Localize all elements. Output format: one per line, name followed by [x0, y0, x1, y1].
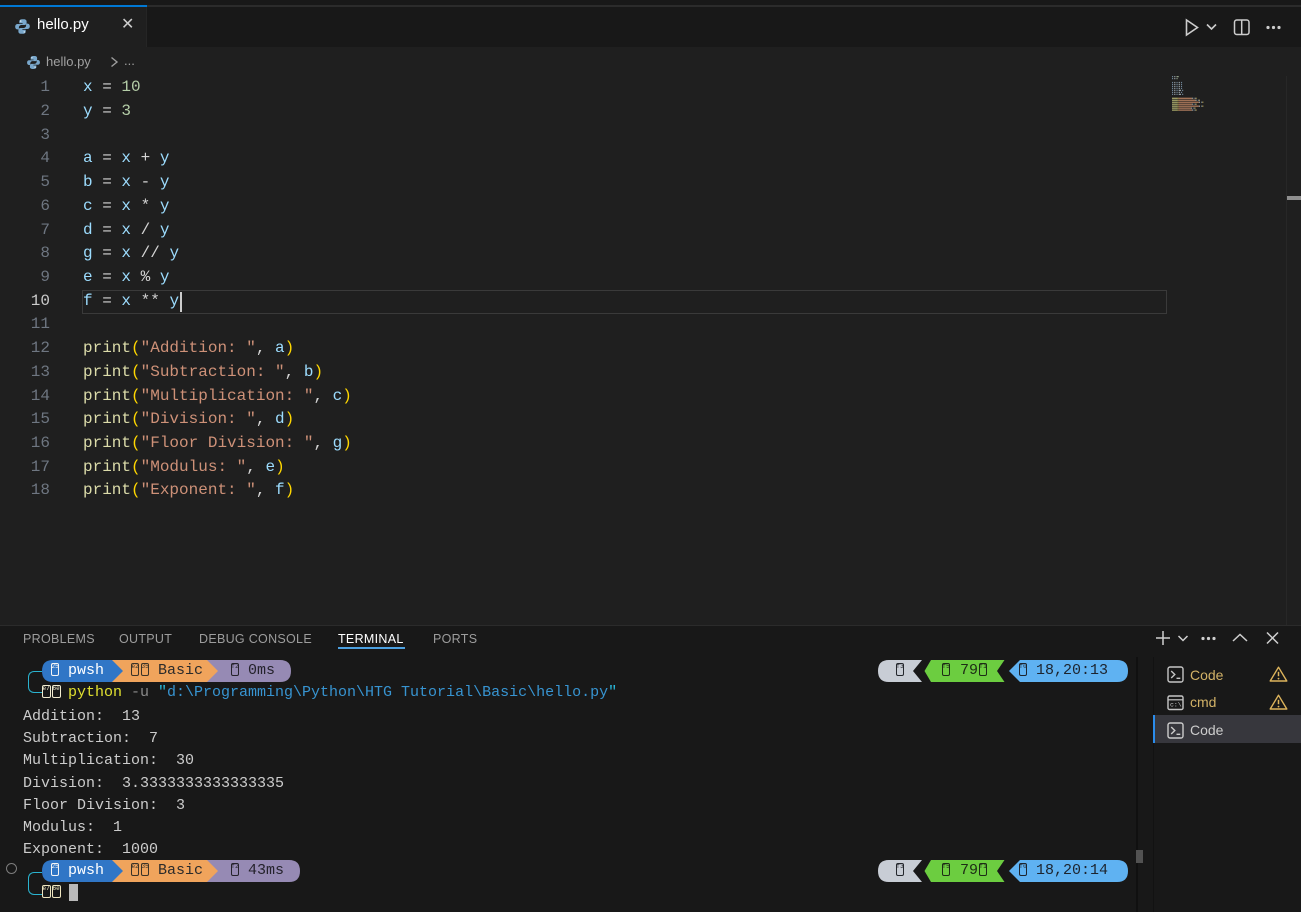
svg-text:c:\: c:\: [1170, 702, 1182, 709]
